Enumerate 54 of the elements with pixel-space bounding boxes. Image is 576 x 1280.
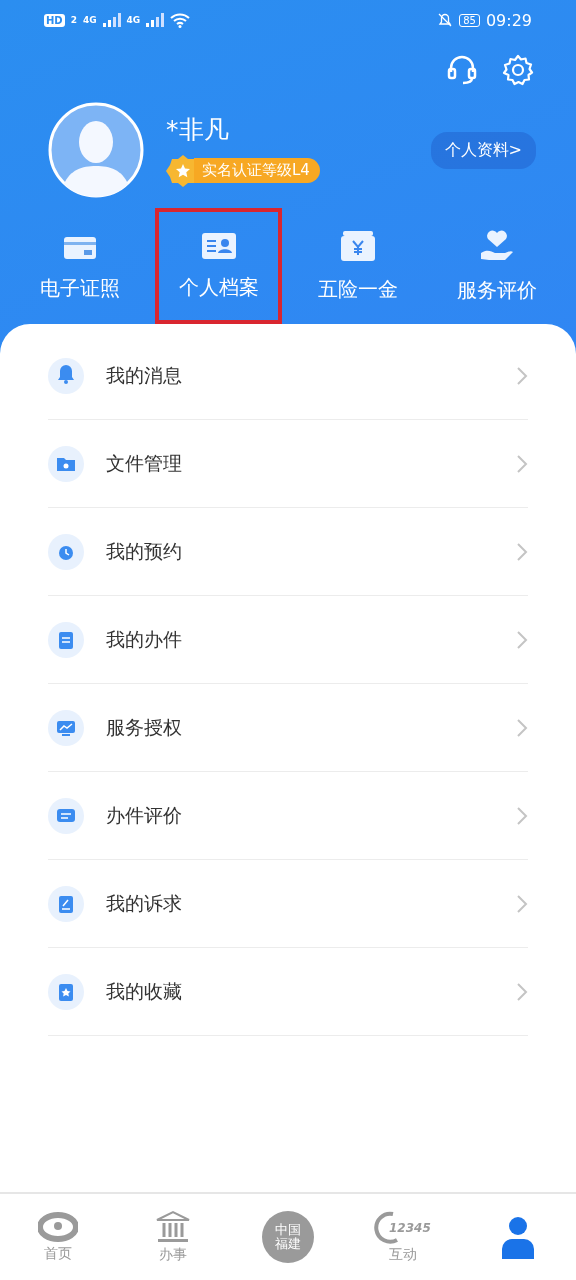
hd-indicator: HD xyxy=(44,13,65,27)
chevron-right-icon xyxy=(516,805,528,826)
bank-icon xyxy=(154,1210,191,1244)
network-type: 4G xyxy=(82,15,97,25)
chevron-right-icon xyxy=(516,893,528,914)
menu-item[interactable]: 文件管理 xyxy=(106,450,516,477)
chat-icon xyxy=(48,797,84,834)
yuan-box-icon xyxy=(339,229,376,262)
signal-icon xyxy=(102,13,121,27)
avatar[interactable] xyxy=(48,102,144,198)
hand-heart-icon xyxy=(478,228,515,263)
menu-item[interactable]: 我的消息 xyxy=(106,362,516,389)
monitor-icon xyxy=(48,709,84,746)
edit-icon xyxy=(48,885,84,922)
settings-icon[interactable] xyxy=(502,54,534,86)
alarm-clock-icon xyxy=(48,533,84,570)
sim-number: 2 xyxy=(70,15,77,25)
chevron-right-icon xyxy=(516,541,528,562)
chevron-right-icon xyxy=(516,717,528,738)
bell-icon xyxy=(48,357,84,394)
verification-level-badge: 实名认证等级L4 xyxy=(194,158,320,183)
menu-item[interactable]: 我的诉求 xyxy=(106,890,516,917)
id-card-icon xyxy=(200,231,237,260)
tab-label[interactable]: 办事 xyxy=(158,1246,187,1264)
menu-item[interactable]: 服务授权 xyxy=(106,714,516,741)
shortcut-item[interactable]: 服务评价 xyxy=(433,208,560,324)
clock-time: 09:29 xyxy=(485,10,532,30)
person-icon[interactable] xyxy=(500,1215,537,1259)
folder-icon xyxy=(48,445,84,482)
battery-level: 85 xyxy=(459,13,480,27)
highlighted-shortcut[interactable]: 个人档案 xyxy=(155,208,282,324)
profile-details-button[interactable]: 个人资料> xyxy=(430,131,536,169)
eye-logo-icon xyxy=(37,1211,78,1243)
hotline-logo[interactable]: 12345 xyxy=(373,1210,434,1244)
tab-label[interactable]: 互动 xyxy=(389,1246,418,1264)
shortcut-item[interactable]: 电子证照 xyxy=(16,208,143,324)
chevron-right-icon xyxy=(516,981,528,1002)
fujian-logo[interactable]: 中国福建 xyxy=(262,1211,314,1263)
menu-item[interactable]: 我的预约 xyxy=(106,538,516,565)
document-icon xyxy=(48,621,84,658)
user-name: *非凡 xyxy=(166,113,230,146)
chevron-right-icon xyxy=(516,629,528,650)
network-type: 4G xyxy=(126,15,141,25)
menu-item[interactable]: 我的收藏 xyxy=(106,978,516,1005)
wifi-icon xyxy=(170,12,191,28)
shortcut-item[interactable]: 五险一金 xyxy=(294,208,421,324)
chevron-right-icon xyxy=(516,365,528,386)
bell-off-icon xyxy=(437,12,454,28)
menu-item[interactable]: 我的办件 xyxy=(106,626,516,653)
signal-icon xyxy=(146,13,165,27)
headset-icon[interactable] xyxy=(446,54,478,86)
chevron-right-icon xyxy=(516,453,528,474)
menu-item[interactable]: 办件评价 xyxy=(106,802,516,829)
tab-label[interactable]: 首页 xyxy=(43,1245,72,1263)
